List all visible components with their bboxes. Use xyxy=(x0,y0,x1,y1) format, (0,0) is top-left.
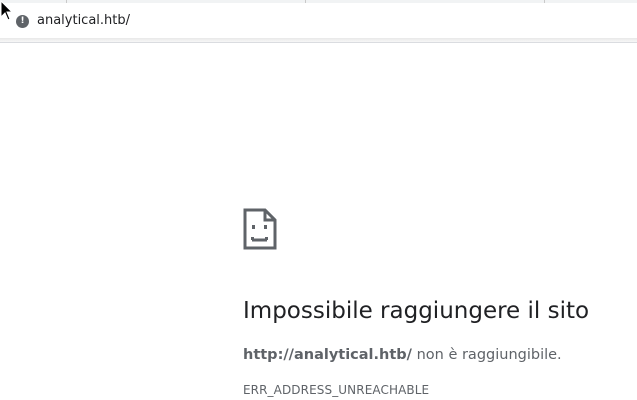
error-description: http://analytical.htb/ non è raggiungibi… xyxy=(243,345,562,365)
sad-page-icon xyxy=(243,208,277,250)
mouse-cursor-icon xyxy=(0,0,14,21)
error-message: non è raggiungibile. xyxy=(411,347,562,363)
error-title: Impossibile raggiungere il sito xyxy=(243,298,590,324)
browser-window: ! analytical.htb/ Impossibile raggiunger… xyxy=(0,0,637,400)
info-icon[interactable]: ! xyxy=(16,15,29,28)
toolbar: ! analytical.htb/ xyxy=(0,3,637,38)
toolbar-divider xyxy=(0,38,637,43)
url-text[interactable]: analytical.htb/ xyxy=(37,13,130,29)
error-host: http://analytical.htb/ xyxy=(243,347,412,363)
address-bar[interactable]: ! analytical.htb/ xyxy=(2,5,637,35)
error-code: ERR_ADDRESS_UNREACHABLE xyxy=(243,383,430,397)
